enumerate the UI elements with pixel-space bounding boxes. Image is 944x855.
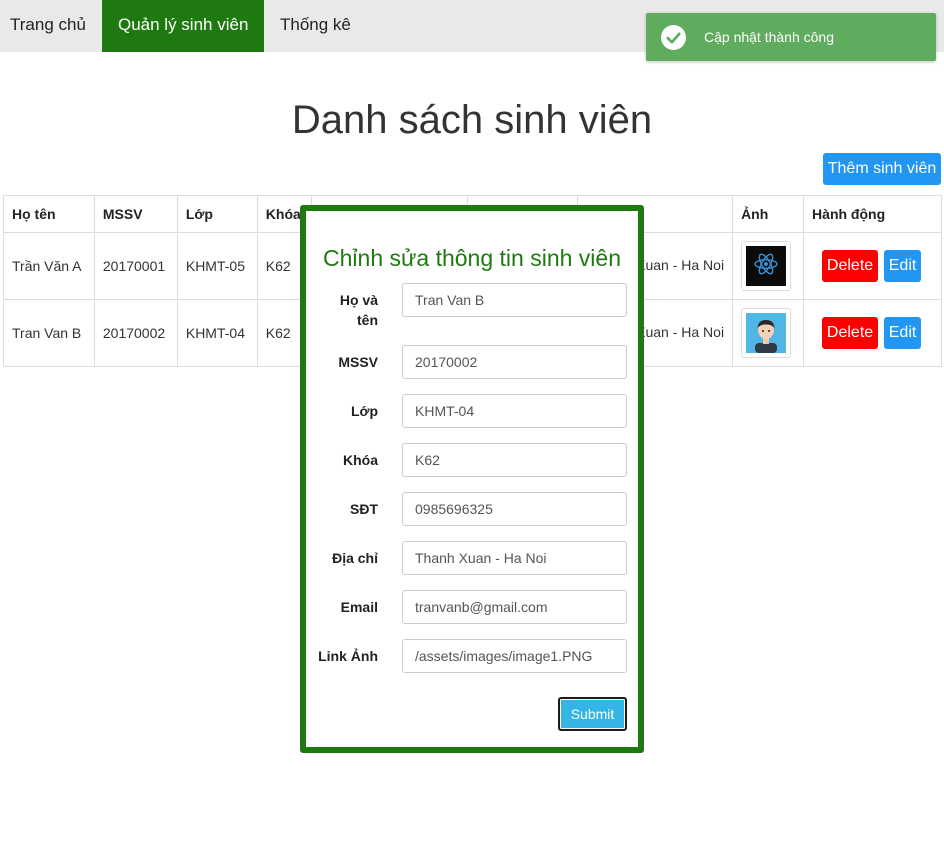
class-input[interactable] bbox=[402, 394, 627, 428]
cell-image bbox=[732, 299, 805, 367]
page-title: Danh sách sinh viên bbox=[291, 98, 653, 142]
label-full-name: Họ và tên bbox=[339, 292, 378, 328]
cell-class: KHMT-04 bbox=[176, 299, 258, 367]
cell-name: Trần Văn A bbox=[3, 232, 95, 300]
success-toast[interactable]: Cập nhật thành công bbox=[646, 13, 936, 61]
phone-input[interactable] bbox=[402, 492, 627, 526]
submit-button[interactable]: Submit bbox=[558, 697, 627, 731]
cell-actions: Delete Edit bbox=[803, 232, 942, 300]
add-student-button[interactable]: Thêm sinh viên bbox=[823, 153, 941, 185]
cell-class: KHMT-05 bbox=[176, 232, 258, 300]
delete-button[interactable]: Delete bbox=[822, 250, 879, 282]
address-input[interactable] bbox=[402, 541, 627, 575]
react-logo-thumbnail[interactable] bbox=[741, 241, 792, 291]
label-email: Email bbox=[340, 599, 378, 615]
label-class: Lớp bbox=[350, 403, 378, 419]
check-circle-icon bbox=[661, 25, 686, 50]
avatar-thumbnail[interactable] bbox=[741, 308, 792, 358]
mssv-input[interactable] bbox=[402, 345, 627, 379]
edit-button[interactable]: Edit bbox=[884, 317, 922, 349]
nav-item-home[interactable]: Trang chủ bbox=[0, 0, 102, 52]
label-phone: SĐT bbox=[350, 501, 378, 517]
nav-item-student-management[interactable]: Quản lý sinh viên bbox=[102, 0, 264, 52]
image-link-input[interactable] bbox=[402, 639, 627, 673]
header-image: Ảnh bbox=[732, 195, 805, 233]
course-input[interactable] bbox=[402, 443, 627, 477]
toast-message: Cập nhật thành công bbox=[704, 29, 834, 45]
header-actions: Hành động bbox=[803, 195, 942, 233]
full-name-input[interactable] bbox=[402, 283, 627, 317]
label-image-link: Link Ảnh bbox=[318, 648, 378, 664]
delete-button[interactable]: Delete bbox=[822, 317, 879, 349]
edit-student-modal: Chỉnh sửa thông tin sinh viên Họ và tên … bbox=[300, 205, 644, 753]
cell-mssv: 20170001 bbox=[93, 232, 178, 300]
header-class: Lớp bbox=[176, 195, 258, 233]
email-input[interactable] bbox=[402, 590, 627, 624]
modal-title: Chỉnh sửa thông tin sinh viên bbox=[323, 245, 621, 271]
cell-image bbox=[732, 232, 805, 300]
header-mssv: MSSV bbox=[93, 195, 178, 233]
cell-mssv: 20170002 bbox=[93, 299, 178, 367]
cell-name: Tran Van B bbox=[3, 299, 95, 367]
label-course: Khóa bbox=[343, 452, 378, 468]
label-mssv: MSSV bbox=[338, 354, 378, 370]
nav-item-statistics[interactable]: Thống kê bbox=[264, 0, 374, 52]
header-name: Họ tên bbox=[3, 195, 95, 233]
label-address: Địa chỉ bbox=[332, 550, 378, 566]
edit-button[interactable]: Edit bbox=[884, 250, 922, 282]
cell-actions: Delete Edit bbox=[803, 299, 942, 367]
